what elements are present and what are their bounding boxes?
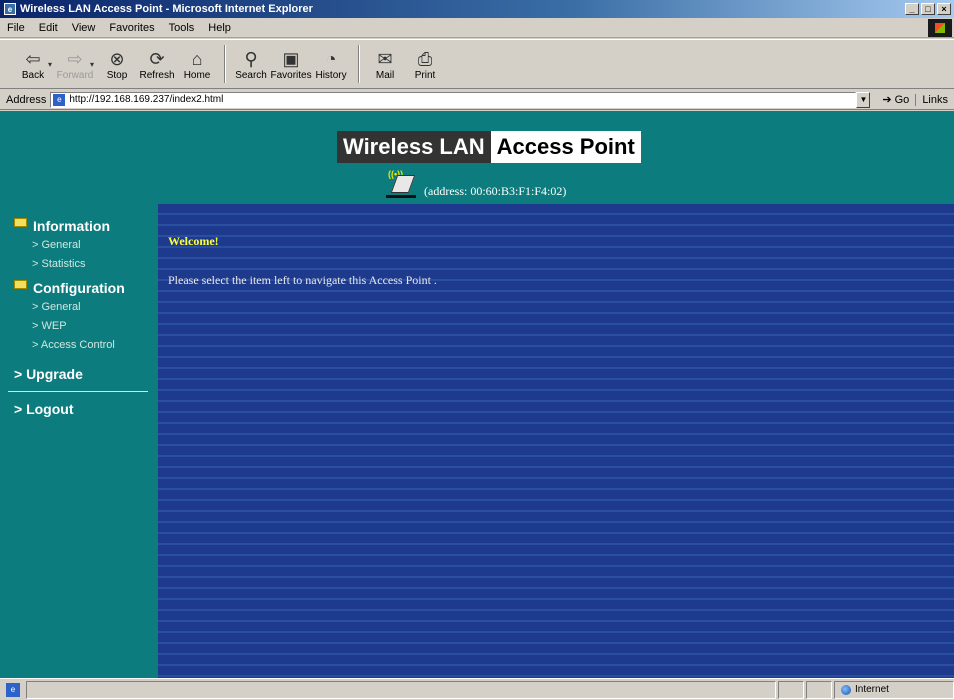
sidebar-item-wep[interactable]: > WEP (0, 317, 158, 336)
banner-right: Access Point (490, 131, 641, 163)
window-title: Wireless LAN Access Point - Microsoft In… (20, 3, 313, 15)
favorites-folder-icon: ▣ (282, 48, 300, 69)
menu-favorites[interactable]: Favorites (102, 22, 161, 34)
forward-dropdown-icon[interactable]: ▾ (90, 60, 94, 69)
print-label: Print (414, 69, 436, 81)
home-button[interactable]: ⌂ Home (178, 48, 216, 81)
close-button[interactable]: × (937, 3, 951, 15)
address-dropdown-icon[interactable]: ▼ (856, 91, 871, 108)
sidebar-section-configuration: Configuration (0, 278, 158, 298)
stop-label: Stop (106, 69, 128, 81)
main-panel: Welcome! Please select the item left to … (158, 204, 954, 678)
forward-arrow-icon: ⇨ (67, 48, 83, 69)
page-icon: e (53, 93, 66, 106)
welcome-heading: Welcome! (168, 234, 219, 248)
history-label: History (315, 69, 347, 81)
device-info: ((•)) (address: 00:60:B3:F1:F4:02) (384, 169, 567, 201)
sidebar-item-statistics[interactable]: > Statistics (0, 255, 158, 274)
back-button[interactable]: ⇦ Back (14, 48, 52, 81)
stop-button[interactable]: ⊗ Stop (98, 48, 136, 81)
sidebar-section-information: Information (0, 216, 158, 236)
back-arrow-icon: ⇦ (25, 48, 41, 69)
toolbar-separator (358, 45, 361, 83)
status-text-area (26, 680, 776, 699)
security-zone: Internet (834, 680, 954, 699)
status-cell (806, 680, 832, 699)
welcome-message: Please select the item left to navigate … (168, 273, 437, 287)
sidebar-item-info-general[interactable]: > General (0, 236, 158, 255)
minimize-button[interactable]: _ (905, 3, 919, 15)
forward-label: Forward (56, 69, 94, 81)
menu-file[interactable]: File (0, 22, 32, 34)
globe-icon (841, 684, 851, 695)
ie-app-icon: e (4, 3, 16, 15)
mail-icon: ✉ (377, 48, 393, 69)
menu-bar: File Edit View Favorites Tools Help (0, 18, 954, 38)
refresh-icon: ⟳ (149, 48, 165, 69)
forward-button[interactable]: ⇨ Forward (56, 48, 94, 81)
stop-icon: ⊗ (109, 48, 125, 69)
folder-icon (14, 279, 27, 289)
history-icon: ◔ (325, 48, 337, 69)
address-bar: Address e http://192.168.169.237/index2.… (0, 90, 954, 110)
zone-label: Internet (855, 684, 889, 695)
title-bar: e Wireless LAN Access Point - Microsoft … (0, 0, 954, 18)
links-button[interactable]: Links (915, 93, 954, 106)
menu-view[interactable]: View (65, 22, 103, 34)
search-button[interactable]: ⚲ Search (232, 48, 270, 81)
sidebar: Information > General > Statistics Confi… (0, 204, 158, 678)
mail-button[interactable]: ✉ Mail (366, 48, 404, 81)
window-controls: _ □ × (905, 3, 951, 15)
toolbar-separator (224, 45, 227, 83)
menu-edit[interactable]: Edit (32, 22, 65, 34)
menu-help[interactable]: Help (201, 22, 238, 34)
favorites-button[interactable]: ▣ Favorites (270, 48, 312, 81)
device-address: (address: 00:60:B3:F1:F4:02) (424, 184, 567, 198)
back-dropdown-icon[interactable]: ▾ (48, 60, 52, 69)
page-content: Wireless LAN Access Point ((•)) (address… (0, 111, 954, 678)
go-label: Go (894, 93, 910, 106)
folder-icon (14, 217, 27, 227)
status-cell (778, 680, 804, 699)
sidebar-item-config-general[interactable]: > General (0, 298, 158, 317)
sidebar-item-upgrade[interactable]: > Upgrade (0, 363, 158, 385)
windows-logo-icon (928, 19, 952, 37)
page-header: Wireless LAN Access Point ((•)) (address… (0, 111, 954, 204)
sidebar-item-access-control[interactable]: > Access Control (0, 336, 158, 355)
favorites-label: Favorites (270, 69, 312, 81)
configuration-label: Configuration (33, 280, 125, 296)
status-bar: e Internet (0, 678, 954, 700)
status-page-icon: e (6, 682, 20, 697)
banner-left: Wireless LAN (337, 131, 491, 163)
search-icon: ⚲ (244, 48, 258, 69)
information-label: Information (33, 218, 110, 234)
printer-icon: ⎙ (417, 48, 433, 69)
banner: Wireless LAN Access Point (337, 131, 641, 163)
home-icon: ⌂ (191, 48, 203, 69)
history-button[interactable]: ◔ History (312, 48, 350, 81)
print-button[interactable]: ⎙ Print (406, 48, 444, 81)
search-label: Search (235, 69, 267, 81)
go-button[interactable]: ➔ Go (876, 93, 915, 107)
menu-tools[interactable]: Tools (162, 22, 202, 34)
refresh-button[interactable]: ⟳ Refresh (138, 48, 176, 81)
refresh-label: Refresh (139, 69, 175, 81)
address-label: Address (6, 93, 47, 106)
browser-toolbar: ⇦ Back ▾ ⇨ Forward ▾ ⊗ Stop ⟳ Refresh ⌂ … (0, 39, 954, 89)
address-input[interactable]: e http://192.168.169.237/index2.html (50, 91, 857, 108)
address-url: http://192.168.169.237/index2.html (69, 94, 224, 105)
back-label: Back (21, 69, 45, 81)
home-label: Home (183, 69, 211, 81)
maximize-button[interactable]: □ (921, 3, 935, 15)
mail-label: Mail (375, 69, 395, 81)
sidebar-divider (8, 391, 148, 392)
access-point-icon: ((•)) (384, 169, 422, 201)
sidebar-item-logout[interactable]: > Logout (0, 398, 158, 420)
go-arrow-icon: ➔ (882, 94, 892, 106)
